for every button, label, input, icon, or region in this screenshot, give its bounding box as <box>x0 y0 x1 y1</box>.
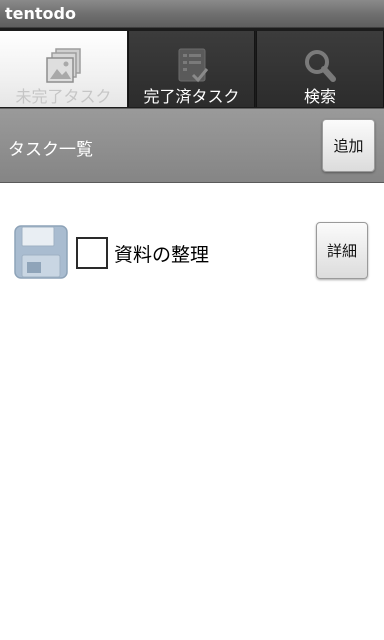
app-title: tentodo <box>5 4 76 23</box>
tab-search[interactable]: 検索 <box>256 31 384 107</box>
tab-search-label: 検索 <box>303 87 336 106</box>
task-list-header: タスク一覧 追加 <box>0 108 384 183</box>
task-list-item: 資料の整理 詳細 <box>0 212 384 292</box>
add-task-button[interactable]: 追加 <box>322 119 375 172</box>
tab-incomplete-tasks-label: 未完了タスク <box>15 87 112 106</box>
task-title: 資料の整理 <box>114 244 210 266</box>
task-detail-button[interactable]: 詳細 <box>316 222 368 279</box>
app-title-bar: tentodo <box>0 0 384 28</box>
tab-completed-tasks[interactable]: 完了済タスク <box>128 31 255 107</box>
tab-completed-tasks-label: 完了済タスク <box>143 87 240 106</box>
tab-incomplete-tasks[interactable]: 未完了タスク <box>0 31 127 107</box>
floppy-disk-icon <box>14 225 68 279</box>
task-complete-checkbox[interactable] <box>76 237 108 269</box>
page-title: タスク一覧 <box>8 140 93 160</box>
tab-bar: 未完了タスク 完了済タスク 検索 <box>0 28 384 108</box>
